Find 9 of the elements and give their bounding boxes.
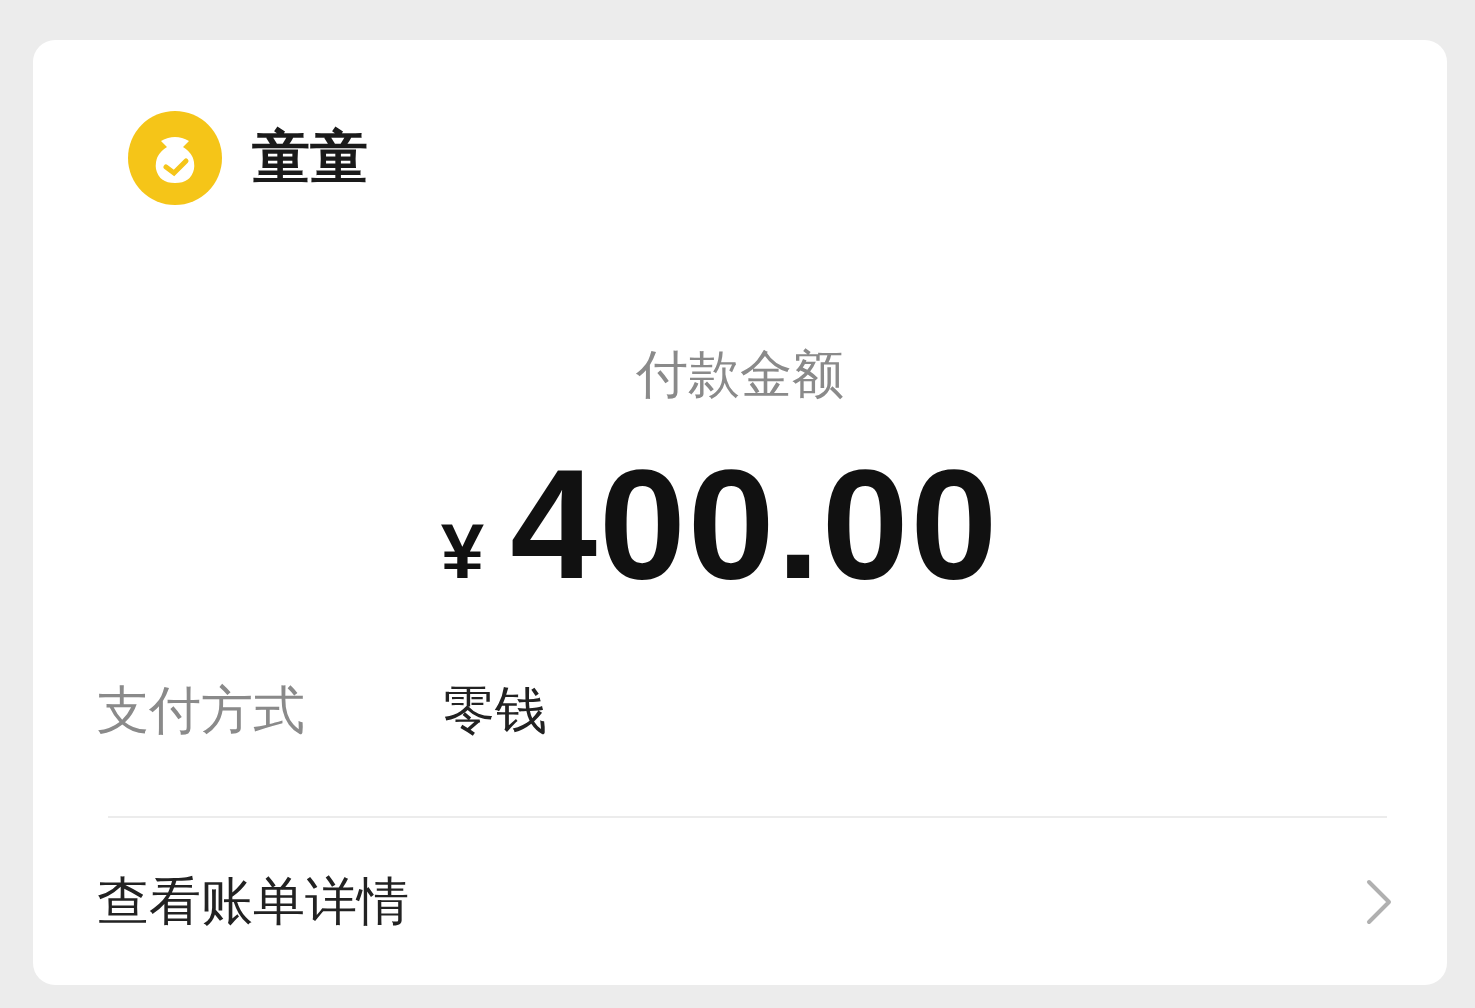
- amount-value: 400.00: [510, 446, 1000, 602]
- bill-details-link[interactable]: 查看账单详情: [97, 866, 409, 937]
- wallet-bag-icon: [128, 111, 222, 205]
- payee-name: 童童: [252, 123, 368, 191]
- amount-label: 付款金额: [635, 344, 845, 405]
- payment-method-label: 支付方式: [97, 680, 306, 741]
- payment-method-value: 零钱: [443, 680, 547, 741]
- currency-symbol: ¥: [440, 506, 485, 597]
- chevron-right-icon[interactable]: [1365, 877, 1393, 926]
